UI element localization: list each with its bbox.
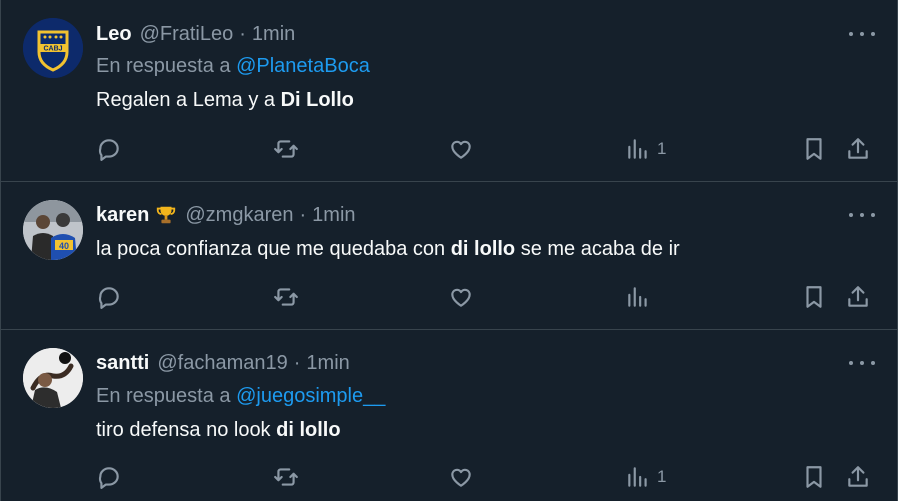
retweet-icon xyxy=(274,140,298,158)
views-icon xyxy=(628,287,647,307)
reply-icon xyxy=(98,287,119,309)
tweet[interactable]: CABJ Leo @FratiLeo · 1min En respuesta a… xyxy=(1,0,897,182)
cabj-crest-icon: CABJ xyxy=(23,18,83,78)
tweet-text: Regalen a Lema y a Di Lollo xyxy=(96,89,354,112)
reply-context: En respuesta a @juegosimple__ xyxy=(96,385,385,408)
views-icon xyxy=(628,139,647,159)
avatar[interactable]: 40 xyxy=(23,200,83,260)
views-button[interactable]: 1 xyxy=(625,462,666,492)
more-icon[interactable] xyxy=(849,205,875,225)
tweet[interactable]: 40 karen @zmgkaren · 1min la poca confia… xyxy=(1,182,897,330)
retweet-icon xyxy=(274,468,298,486)
more-icon[interactable] xyxy=(849,353,875,373)
separator-dot: · xyxy=(293,351,301,374)
retweet-button[interactable] xyxy=(273,462,299,492)
reply-button[interactable] xyxy=(96,462,122,492)
timestamp[interactable]: 1min xyxy=(252,23,295,46)
reply-button[interactable] xyxy=(96,282,122,312)
share-icon xyxy=(848,466,868,487)
tweet-text: la poca confianza que me quedaba con di … xyxy=(96,238,680,261)
tweet-text-plain: la poca confianza que me quedaba con xyxy=(96,238,451,260)
share-button[interactable] xyxy=(845,282,871,312)
separator-dot: · xyxy=(299,203,307,226)
bookmark-button[interactable] xyxy=(801,462,827,492)
svg-text:CABJ: CABJ xyxy=(43,46,62,53)
svg-text:40: 40 xyxy=(59,241,69,251)
reply-prefix: En respuesta a xyxy=(96,385,231,407)
reply-button[interactable] xyxy=(96,134,122,164)
more-icon[interactable] xyxy=(849,24,875,44)
bookmark-button[interactable] xyxy=(801,134,827,164)
views-icon xyxy=(628,467,647,487)
like-icon xyxy=(451,140,471,159)
tweet-text-bold: di lollo xyxy=(276,419,341,441)
views-count: 1 xyxy=(657,467,667,486)
share-icon xyxy=(848,138,868,159)
avatar[interactable]: CABJ xyxy=(23,18,83,78)
reply-context: En respuesta a @PlanetaBoca xyxy=(96,55,370,78)
reply-icon xyxy=(98,467,119,489)
like-button[interactable] xyxy=(448,134,474,164)
reply-mention-link[interactable]: @PlanetaBoca xyxy=(236,55,370,77)
like-button[interactable] xyxy=(448,282,474,312)
separator-dot: · xyxy=(239,22,246,45)
timeline: CABJ Leo @FratiLeo · 1min En respuesta a… xyxy=(0,0,898,501)
user-handle[interactable]: @zmgkaren xyxy=(185,204,293,227)
tweet-text-after: se me acaba de ir xyxy=(515,238,680,260)
retweet-icon xyxy=(274,288,298,306)
avatar[interactable] xyxy=(23,348,83,408)
share-button[interactable] xyxy=(845,134,871,164)
bookmark-button[interactable] xyxy=(801,282,827,312)
tweet-text-bold: di lollo xyxy=(450,238,516,260)
tweet-text: tiro defensa no look di lollo xyxy=(96,419,341,442)
user-handle[interactable]: @FratiLeo xyxy=(140,23,234,46)
share-icon xyxy=(848,286,868,307)
profile-photo-icon xyxy=(23,348,83,408)
display-name[interactable]: karen xyxy=(96,204,149,227)
timestamp[interactable]: 1min xyxy=(306,352,349,375)
timestamp[interactable]: 1min xyxy=(312,204,355,227)
user-handle[interactable]: @fachaman19 xyxy=(157,352,287,375)
views-button[interactable] xyxy=(625,282,657,312)
retweet-button[interactable] xyxy=(273,282,299,312)
reply-mention-link[interactable]: @juegosimple__ xyxy=(236,385,385,407)
like-icon xyxy=(451,468,471,487)
like-icon xyxy=(451,288,471,307)
action-bar: 1 xyxy=(96,462,871,492)
reply-prefix: En respuesta a xyxy=(96,55,231,77)
tweet-text-plain: tiro defensa no look xyxy=(96,419,277,441)
tweet-text-bold: Di Lollo xyxy=(280,89,354,111)
bookmark-icon xyxy=(806,466,822,488)
views-button[interactable]: 1 xyxy=(625,134,666,164)
tweet-text-plain: Regalen a Lema y a xyxy=(96,89,281,111)
tweet[interactable]: santti @fachaman19 · 1min En respuesta a… xyxy=(1,330,897,501)
tweet-header: santti @fachaman19 · 1min xyxy=(96,349,350,377)
reply-icon xyxy=(98,139,119,161)
tweet-header: Leo @FratiLeo · 1min xyxy=(96,20,295,48)
action-bar xyxy=(96,282,871,312)
profile-photo-icon: 40 xyxy=(23,200,83,260)
display-name[interactable]: santti xyxy=(96,352,149,375)
action-bar: 1 xyxy=(96,134,871,164)
retweet-button[interactable] xyxy=(273,134,299,164)
like-button[interactable] xyxy=(448,462,474,492)
share-button[interactable] xyxy=(845,462,871,492)
display-name[interactable]: Leo xyxy=(96,23,132,46)
bookmark-icon xyxy=(806,138,822,160)
trophy-icon xyxy=(157,206,176,224)
tweet-header: karen @zmgkaren · 1min xyxy=(96,201,356,229)
views-count: 1 xyxy=(657,139,667,158)
bookmark-icon xyxy=(806,286,822,308)
